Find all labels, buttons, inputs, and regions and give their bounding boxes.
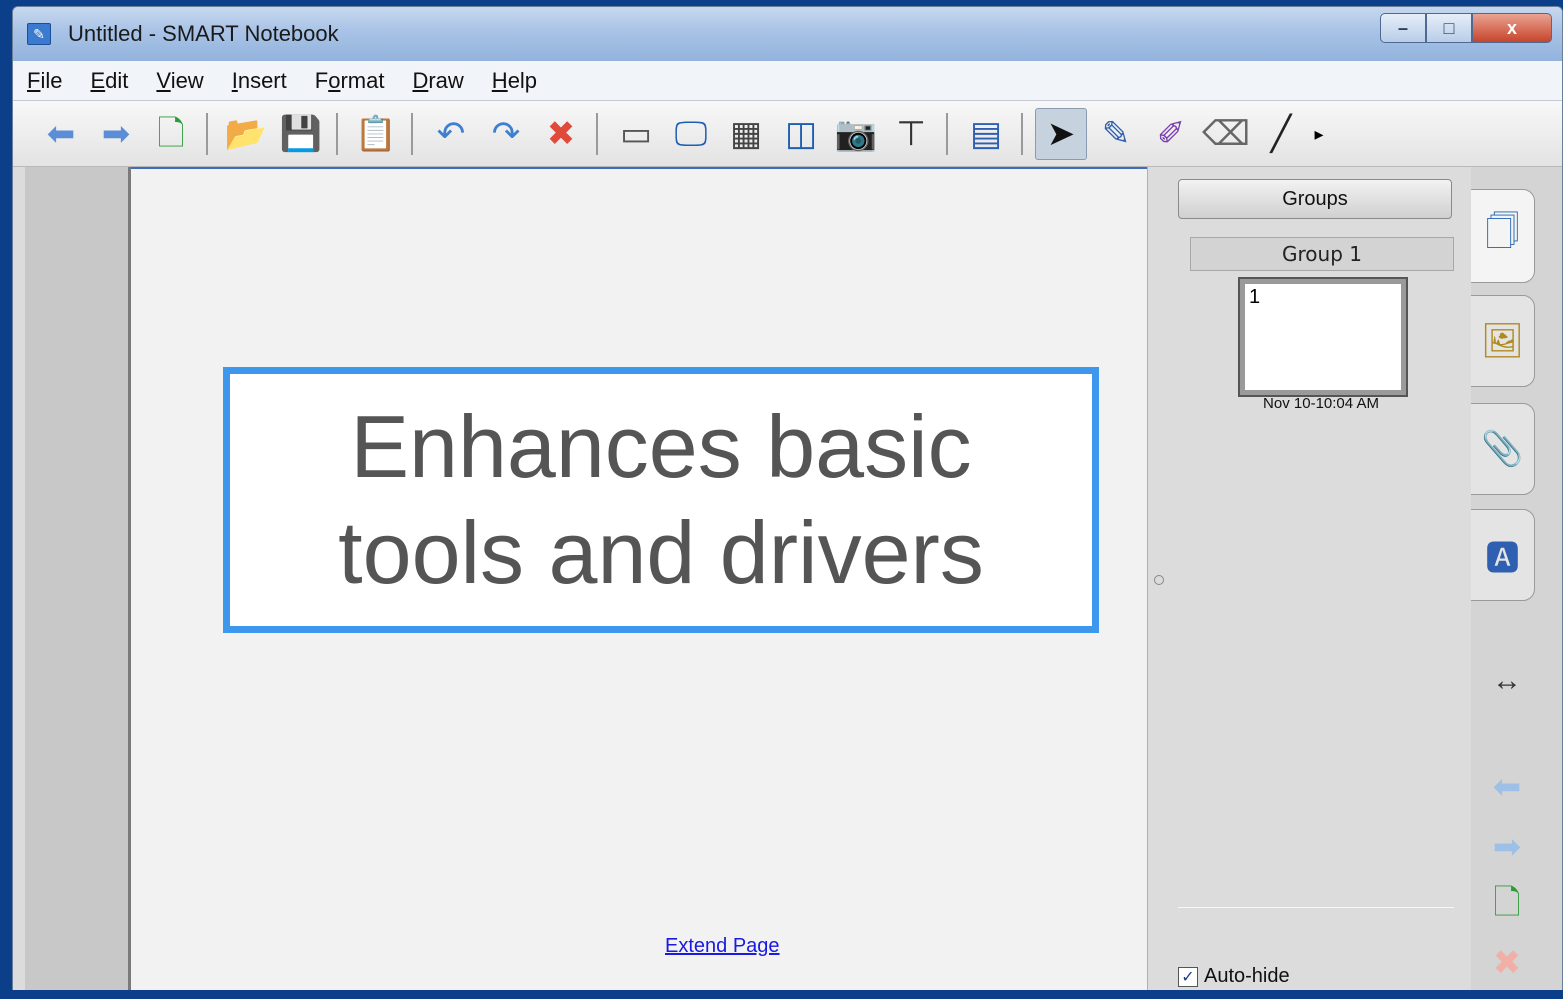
menu-label-rest: dit [105, 67, 129, 93]
forward-arrow-icon[interactable]: ➡ [90, 108, 142, 160]
menu-file[interactable]: File [27, 68, 62, 94]
document-camera-icon[interactable]: ⊤ [885, 108, 937, 160]
menu-view[interactable]: View [156, 68, 203, 94]
app-window: ✎ Untitled - SMART Notebook – □ x File Ed… [12, 6, 1563, 996]
screen-shade-icon[interactable]: ▭ [610, 108, 662, 160]
autohide-option[interactable]: ✓ Auto-hide [1178, 965, 1290, 988]
notebook-app-icon: ✎ [27, 23, 51, 45]
desktop-background [0, 990, 1563, 999]
maximize-button[interactable]: □ [1426, 13, 1472, 43]
pen-icon[interactable]: ✎ [1090, 108, 1142, 160]
menu-bar: File Edit View Insert Format Draw Help [13, 61, 1562, 101]
dual-page-icon[interactable]: ◫ [775, 108, 827, 160]
groups-button[interactable]: Groups [1178, 179, 1452, 219]
screen-capture-icon[interactable]: 📷 [830, 108, 882, 160]
text-box-line-1: Enhances basic [350, 397, 972, 497]
sidebar-divider [1178, 907, 1454, 908]
extend-page-link[interactable]: Extend Page [665, 935, 780, 958]
gallery-icon[interactable]: 🖼 [1471, 295, 1535, 387]
redo-icon[interactable]: ↷ [480, 108, 532, 160]
creative-pen-icon[interactable]: ✐ [1145, 108, 1197, 160]
menu-accelerator: E [90, 67, 106, 93]
text-box-line-2: tools and drivers [338, 503, 984, 602]
left-gutter [25, 167, 131, 995]
page-timestamp: Nov 10-10:04 AM [1263, 395, 1379, 412]
save-icon[interactable]: 💾 [275, 108, 327, 160]
menu-accelerator: F [27, 67, 41, 93]
undo-icon[interactable]: ↶ [425, 108, 477, 160]
menu-prefix: F [314, 67, 329, 93]
close-button[interactable]: x [1472, 13, 1552, 43]
window-controls: – □ x [1380, 13, 1552, 43]
menu-label-rest: iew [170, 67, 204, 93]
page-sorter-panel: Groups Group 1 1 Nov 10-10:04 AM ✓ Auto-… [1147, 167, 1471, 995]
next-page-icon[interactable]: ➡ [1479, 823, 1535, 871]
add-page-icon[interactable]: 🗋 [145, 108, 197, 160]
open-folder-icon[interactable]: 📂 [220, 108, 272, 160]
paste-icon[interactable]: 📋 [350, 108, 402, 160]
menu-help[interactable]: Help [492, 68, 537, 94]
properties-icon[interactable]: 🅰 [1471, 509, 1535, 601]
sidebar-tabs: ↔ ⬅ ➡ 🗋 ✖ 🗍 🖼 📎 🅰 [1471, 167, 1562, 995]
menu-draw[interactable]: Draw [412, 68, 463, 94]
menu-accelerator: D [412, 67, 429, 93]
toolbar-separator [946, 112, 948, 155]
menu-edit[interactable]: Edit [90, 68, 128, 94]
add-page-side-icon[interactable]: 🗋 [1479, 883, 1535, 931]
menu-format[interactable]: Format [315, 68, 385, 94]
toolbar-separator [1021, 112, 1023, 155]
select-arrow-icon[interactable]: ➤ [1035, 107, 1087, 160]
window-title: Untitled - SMART Notebook [68, 21, 339, 46]
delete-page-icon[interactable]: ✖ [1479, 939, 1535, 987]
previous-page-icon[interactable]: ⬅ [1479, 763, 1535, 811]
page-number: 1 [1249, 286, 1261, 308]
back-arrow-icon[interactable]: ⬅ [35, 108, 87, 160]
menu-accelerator: H [491, 67, 508, 93]
menu-label-rest: rmat [340, 67, 385, 93]
main-toolbar: ⬅ ➡ 🗋 📂 💾 📋 ↶ ↷ ✖ ▭ 🖵 ▦ ◫ 📷 ⊤ ▤ ➤ ✎ ✐ ⌫ ╱ ▸ [13, 101, 1562, 167]
attachments-icon[interactable]: 📎 [1471, 403, 1535, 495]
toolbar-separator [206, 112, 208, 155]
menu-label-rest: raw [428, 67, 464, 93]
page-sorter-icon[interactable]: 🗍 [1471, 189, 1535, 283]
menu-insert[interactable]: Insert [232, 68, 287, 94]
toolbar-separator [596, 112, 598, 155]
toolbar-separator [336, 112, 338, 155]
move-sidebar-icon[interactable]: ↔ [1479, 657, 1535, 705]
menu-label-rest: ile [40, 67, 63, 93]
eraser-icon[interactable]: ⌫ [1200, 108, 1252, 160]
transparent-background-icon[interactable]: ▦ [720, 108, 772, 160]
autohide-checkbox[interactable]: ✓ [1178, 966, 1198, 987]
autohide-label: Auto-hide [1204, 965, 1290, 987]
table-icon[interactable]: ▤ [960, 108, 1012, 160]
text-box[interactable]: Enhances basic tools and drivers [223, 367, 1099, 633]
delete-icon[interactable]: ✖ [535, 108, 587, 160]
toolbar-separator [411, 112, 413, 155]
title-bar[interactable]: ✎ Untitled - SMART Notebook – □ x [13, 7, 1562, 61]
group-header[interactable]: Group 1 [1190, 237, 1454, 271]
line-icon[interactable]: ╱ [1255, 108, 1307, 160]
menu-accelerator: V [156, 67, 171, 93]
menu-label-rest: elp [507, 67, 538, 93]
whiteboard-canvas[interactable]: Enhances basic tools and drivers Extend … [131, 167, 1147, 995]
menu-accelerator: o [328, 67, 341, 93]
full-screen-icon[interactable]: 🖵 [665, 108, 717, 160]
menu-label-rest: nsert [237, 67, 287, 93]
minimize-button[interactable]: – [1380, 13, 1426, 43]
page-thumbnail[interactable]: 1 [1238, 277, 1408, 397]
resize-handle[interactable] [1154, 575, 1164, 585]
more-tools-icon[interactable]: ▸ [1310, 108, 1328, 160]
